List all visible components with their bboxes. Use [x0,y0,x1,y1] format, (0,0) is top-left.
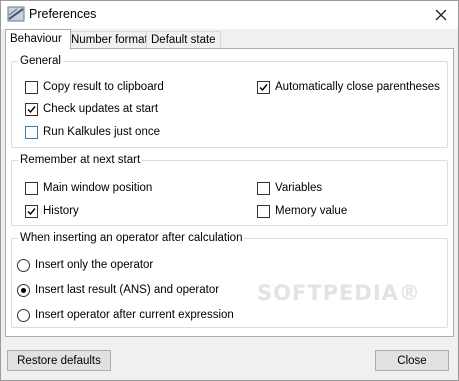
history-box[interactable] [25,204,38,218]
main-window-box[interactable] [25,181,38,195]
history-checkbox[interactable]: History [25,204,79,218]
insert-only-operator-label: Insert only the operator [35,259,154,271]
main-window-label: Main window position [43,182,153,194]
checkmark-icon [27,105,36,113]
window-title: Preferences [29,7,97,21]
radio-circle[interactable] [17,258,30,272]
radio-dot-icon [21,287,26,293]
tab-behaviour[interactable]: Behaviour [5,29,71,50]
check-updates-box[interactable] [25,102,38,116]
checkmark-icon [27,207,36,215]
softpedia-watermark: SOFTPEDIA® [257,281,421,305]
remember-legend: Remember at next start [18,153,143,167]
main-window-checkbox[interactable]: Main window position [25,181,152,195]
kalkules-app-icon [7,6,25,22]
check-updates-checkbox[interactable]: Check updates at start [25,102,158,116]
insert-after-expression-label: Insert operator after current expression [35,309,234,321]
run-once-box[interactable] [25,125,38,139]
insert-only-operator-radio[interactable]: Insert only the operator [17,258,153,272]
insert-last-result-radio[interactable]: Insert last result (ANS) and operator [17,283,219,297]
close-button[interactable]: Close [375,350,449,371]
auto-close-checkbox[interactable]: Automatically close parentheses [257,80,440,94]
close-window-icon[interactable] [424,1,458,29]
variables-label: Variables [275,182,323,194]
radio-circle[interactable] [17,283,30,297]
memory-checkbox[interactable]: Memory value [257,204,347,218]
preferences-window: Preferences Behaviour Number format Defa… [0,0,459,381]
tab-default-state[interactable]: Default state [146,31,221,49]
run-once-checkbox[interactable]: Run Kalkules just once [25,125,160,139]
copy-result-label: Copy result to clipboard [43,81,164,93]
memory-label: Memory value [275,205,348,217]
radio-circle[interactable] [17,308,30,322]
variables-box[interactable] [257,181,270,195]
auto-close-label: Automatically close parentheses [275,81,440,93]
memory-box[interactable] [257,204,270,218]
history-label: History [43,205,79,217]
copy-result-checkbox[interactable]: Copy result to clipboard [25,80,164,94]
insert-after-expression-radio[interactable]: Insert operator after current expression [17,308,234,322]
general-legend: General [18,54,63,68]
checkmark-icon [259,83,268,91]
variables-checkbox[interactable]: Variables [257,181,322,195]
run-once-label: Run Kalkules just once [43,126,160,138]
auto-close-box[interactable] [257,80,270,94]
operator-legend: When inserting an operator after calcula… [18,231,245,245]
title-bar[interactable]: Preferences [1,1,458,29]
copy-result-box[interactable] [25,80,38,94]
check-updates-label: Check updates at start [43,103,159,115]
restore-defaults-button[interactable]: Restore defaults [7,350,111,371]
insert-last-result-label: Insert last result (ANS) and operator [35,284,220,296]
tab-number-format[interactable]: Number format [66,31,148,49]
